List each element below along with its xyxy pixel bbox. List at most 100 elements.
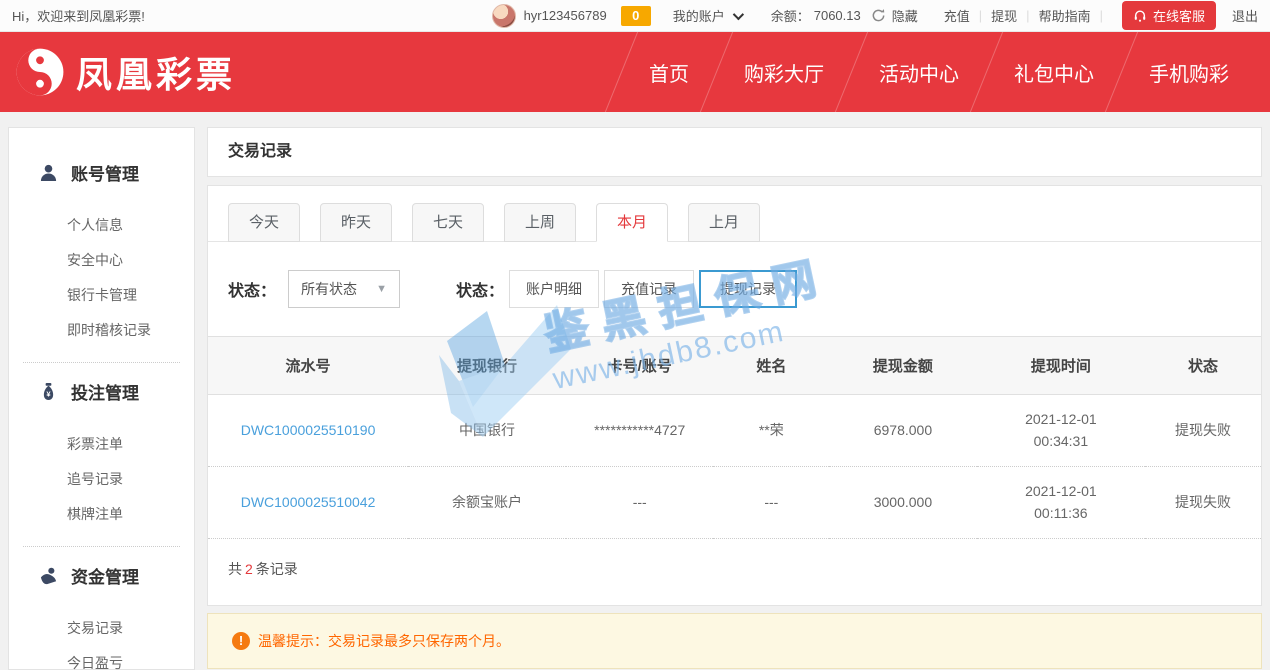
col-serial: 流水号 [208,337,408,395]
cell-status: 提现失败 [1145,466,1261,538]
notice-text: 温馨提示：交易记录最多只保存两个月。 [258,631,510,651]
col-amount: 提现金额 [829,337,976,395]
date-tabs: 今天 昨天 七天 上周 本月 上月 [208,186,1261,242]
main-content: 交易记录 今天 昨天 七天 上周 本月 上月 状态： 所有状态 ▼ 状态： 账户… [207,127,1262,670]
online-service-label: 在线客服 [1153,6,1205,25]
page-title: 交易记录 [207,127,1262,177]
top-utility-bar: Hi，欢迎来到凤凰彩票! hyr123456789 0 我的账户 余额： 706… [0,0,1270,32]
headset-icon [1133,9,1147,23]
phoenix-logo-icon [14,46,66,98]
tab-last-month[interactable]: 上月 [688,203,760,242]
sidebar-section-title: 资金管理 [71,563,139,588]
cell-time: 2021-12-01 00:11:36 [977,466,1145,538]
recharge-link[interactable]: 充值 [944,6,970,25]
sidebar: 账号管理 个人信息 安全中心 银行卡管理 即时稽核记录 ¥ 投注管理 彩票注单 … [8,127,195,670]
sidebar-item-today-profit[interactable]: 今日盈亏 [9,646,194,670]
help-guide-link[interactable]: 帮助指南 [1039,6,1091,25]
cell-card: ***********4727 [566,395,713,467]
tab-yesterday[interactable]: 昨天 [320,203,392,242]
filter-recharge-records-button[interactable]: 充值记录 [604,270,694,308]
nav-item-lottery-hall[interactable]: 购彩大厅 [717,58,851,87]
moneybag-icon: ¥ [39,382,58,401]
divider: | [1026,8,1029,23]
sidebar-item-bank-card[interactable]: 银行卡管理 [9,278,194,313]
record-count-value: 2 [245,561,253,577]
cell-amount: 3000.000 [829,466,976,538]
username[interactable]: hyr123456789 [524,8,607,23]
sidebar-section-title: 投注管理 [71,379,139,404]
sidebar-item-lottery-orders[interactable]: 彩票注单 [9,427,194,462]
balance-label: 余额： [771,6,810,25]
col-status: 状态 [1145,337,1261,395]
cell-name: --- [713,466,829,538]
tab-seven-days[interactable]: 七天 [412,203,484,242]
table-row: DWC1000025510190 中国银行 ***********4727 **… [208,395,1261,467]
table-row: DWC1000025510042 余额宝账户 --- --- 3000.000 … [208,466,1261,538]
message-count-badge[interactable]: 0 [621,6,651,26]
nav-item-mobile[interactable]: 手机购彩 [1122,58,1256,87]
record-count: 共2条记录 [208,539,1261,605]
divider: | [1100,8,1103,23]
sidebar-item-audit-record[interactable]: 即时稽核记录 [9,313,194,348]
nav-item-gift-center[interactable]: 礼包中心 [987,58,1121,87]
sidebar-item-personal-info[interactable]: 个人信息 [9,208,194,243]
my-account-menu[interactable]: 我的账户 [673,6,741,25]
divider: | [979,8,982,23]
divider [23,362,180,363]
cell-bank: 余额宝账户 [408,466,566,538]
cell-card: --- [566,466,713,538]
status-filter-label: 状态： [228,277,276,301]
cell-time: 2021-12-01 00:34:31 [977,395,1145,467]
cell-serial[interactable]: DWC1000025510190 [208,395,408,467]
notice-banner: ! 温馨提示：交易记录最多只保存两个月。 [207,613,1262,669]
refresh-icon[interactable] [871,8,886,23]
tab-this-month[interactable]: 本月 [596,203,668,242]
funds-icon [39,566,58,585]
brand-name: 凤凰彩票 [76,46,236,98]
withdraw-link[interactable]: 提现 [991,6,1017,25]
sidebar-item-board-orders[interactable]: 棋牌注单 [9,497,194,532]
status-dropdown-value: 所有状态 [301,279,357,299]
records-panel: 今天 昨天 七天 上周 本月 上月 状态： 所有状态 ▼ 状态： 账户明细 充值… [207,185,1262,606]
my-account-label: 我的账户 [673,6,725,25]
type-filter-label: 状态： [456,277,504,301]
sidebar-section-account: 账号管理 [9,160,194,185]
warning-icon: ! [232,632,250,650]
col-card: 卡号/账号 [566,337,713,395]
sidebar-item-security-center[interactable]: 安全中心 [9,243,194,278]
records-table: 流水号 提现银行 卡号/账号 姓名 提现金额 提现时间 状态 DWC100002… [208,336,1261,539]
sidebar-section-funds: 资金管理 [9,563,194,588]
filter-account-detail-button[interactable]: 账户明细 [509,270,599,308]
balance-display: 余额： 7060.13 隐藏 [771,6,918,25]
cell-status: 提现失败 [1145,395,1261,467]
filter-withdraw-records-button[interactable]: 提现记录 [699,270,797,308]
col-bank: 提现银行 [408,337,566,395]
cell-amount: 6978.000 [829,395,976,467]
tab-last-week[interactable]: 上周 [504,203,576,242]
tab-today[interactable]: 今天 [228,203,300,242]
nav-item-activity-center[interactable]: 活动中心 [852,58,986,87]
avatar[interactable] [492,4,516,28]
sidebar-item-transaction-records[interactable]: 交易记录 [9,611,194,646]
balance-value: 7060.13 [814,8,861,23]
welcome-text: Hi，欢迎来到凤凰彩票! [12,6,145,25]
cell-name: **荣 [713,395,829,467]
col-name: 姓名 [713,337,829,395]
caret-down-icon: ▼ [376,283,387,295]
sidebar-item-chase-records[interactable]: 追号记录 [9,462,194,497]
user-icon [39,163,58,182]
divider [23,546,180,547]
sidebar-section-betting: ¥ 投注管理 [9,379,194,404]
col-time: 提现时间 [977,337,1145,395]
hide-balance-link[interactable]: 隐藏 [892,6,918,25]
cell-serial[interactable]: DWC1000025510042 [208,466,408,538]
brand-logo[interactable]: 凤凰彩票 [14,46,236,98]
logout-link[interactable]: 退出 [1232,6,1258,25]
status-dropdown[interactable]: 所有状态 ▼ [288,270,400,308]
online-service-button[interactable]: 在线客服 [1122,1,1216,30]
filter-row: 状态： 所有状态 ▼ 状态： 账户明细 充值记录 提现记录 [208,242,1261,336]
nav-item-home[interactable]: 首页 [622,58,716,87]
chevron-down-icon [732,8,743,19]
table-header-row: 流水号 提现银行 卡号/账号 姓名 提现金额 提现时间 状态 [208,337,1261,395]
main-navbar: 凤凰彩票 首页 购彩大厅 活动中心 礼包中心 手机购彩 [0,32,1270,112]
